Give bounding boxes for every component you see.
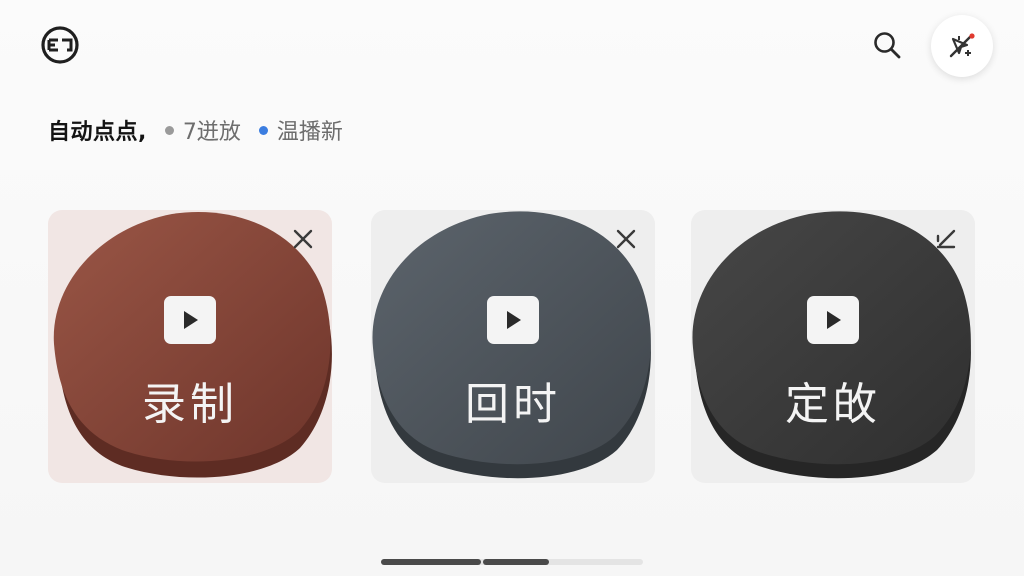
minimize-button[interactable] xyxy=(933,226,959,252)
app-logo-icon xyxy=(39,24,81,66)
status-title: 自动点点, xyxy=(48,120,147,145)
card-label: 录制 xyxy=(142,379,238,430)
status-chip-label: 7迸放 xyxy=(182,120,241,145)
card-label: 定敀 xyxy=(785,379,881,430)
crossed-tool-icon xyxy=(949,33,975,58)
search-button[interactable] xyxy=(866,24,908,66)
close-button[interactable] xyxy=(290,226,316,252)
action-card-replay[interactable]: 回时 xyxy=(371,210,655,483)
status-chip-1[interactable]: 7迸放 xyxy=(164,114,241,146)
status-chip-label: 温播新 xyxy=(276,120,343,145)
page-indicator-segment-1 xyxy=(381,559,481,565)
status-row: 自动点点, 7迸放 温播新 xyxy=(48,112,343,148)
action-card-record[interactable]: 录制 xyxy=(48,210,332,483)
play-icon xyxy=(164,296,216,344)
status-dot-blue xyxy=(258,125,268,135)
minimize-icon xyxy=(936,229,956,249)
card-label: 回时 xyxy=(465,379,561,430)
status-dot-gray xyxy=(164,125,174,135)
close-button[interactable] xyxy=(613,226,639,252)
close-icon xyxy=(293,229,313,249)
status-chip-2[interactable]: 温播新 xyxy=(258,114,343,146)
tool-button[interactable] xyxy=(931,15,993,77)
action-card-schedule[interactable]: 定敀 xyxy=(691,210,975,483)
page-indicator[interactable] xyxy=(381,559,643,565)
search-icon xyxy=(874,32,901,59)
page-indicator-segment-2 xyxy=(483,559,549,565)
play-icon xyxy=(487,296,539,344)
play-icon xyxy=(807,296,859,344)
close-icon xyxy=(616,229,636,249)
